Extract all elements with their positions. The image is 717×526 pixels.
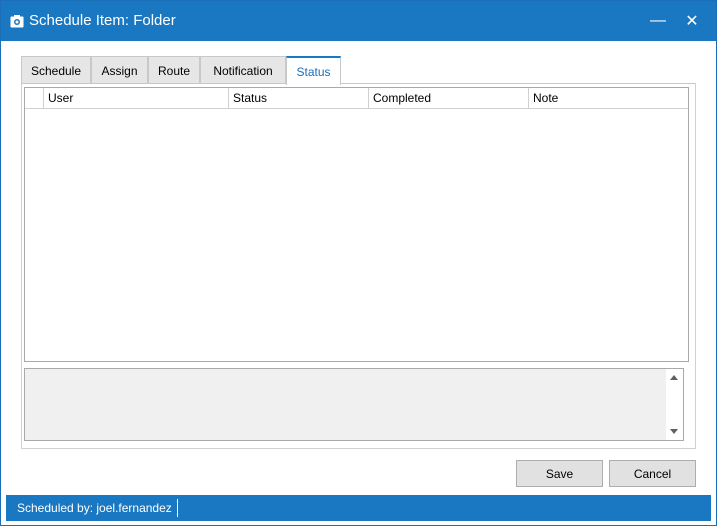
status-bar: Scheduled by: joel.fernandez [6,495,711,521]
tab-status[interactable]: Status [286,56,341,85]
close-button[interactable]: ✕ [675,1,709,41]
row-selector-header [25,88,44,109]
column-header-note[interactable]: Note [529,88,688,109]
grid-header: User Status Completed Note [25,88,688,109]
camera-icon [10,15,24,28]
minimize-icon: — [650,12,666,29]
tab-route[interactable]: Route [148,56,200,84]
column-header-user[interactable]: User [44,88,229,109]
scroll-down-arrow-icon[interactable] [670,429,678,434]
schedule-item-window: Schedule Item: Folder — ✕ Schedule Assig… [0,0,717,526]
scroll-up-arrow-icon[interactable] [670,375,678,380]
column-header-completed[interactable]: Completed [369,88,529,109]
title-bar: Schedule Item: Folder — ✕ [1,1,716,41]
status-grid[interactable]: User Status Completed Note [24,87,689,362]
status-separator [177,499,178,517]
note-scrollbar[interactable] [666,369,683,440]
note-textbox[interactable] [24,368,684,441]
window-title: Schedule Item: Folder [29,12,176,29]
tab-schedule[interactable]: Schedule [21,56,91,84]
save-button[interactable]: Save [516,460,603,487]
tab-assign[interactable]: Assign [91,56,148,84]
column-header-status[interactable]: Status [229,88,369,109]
scheduled-by-text: Scheduled by: joel.fernandez [17,501,172,515]
minimize-button[interactable]: — [641,1,675,41]
close-icon: ✕ [685,13,699,30]
tab-notification[interactable]: Notification [200,56,286,84]
cancel-button[interactable]: Cancel [609,460,696,487]
